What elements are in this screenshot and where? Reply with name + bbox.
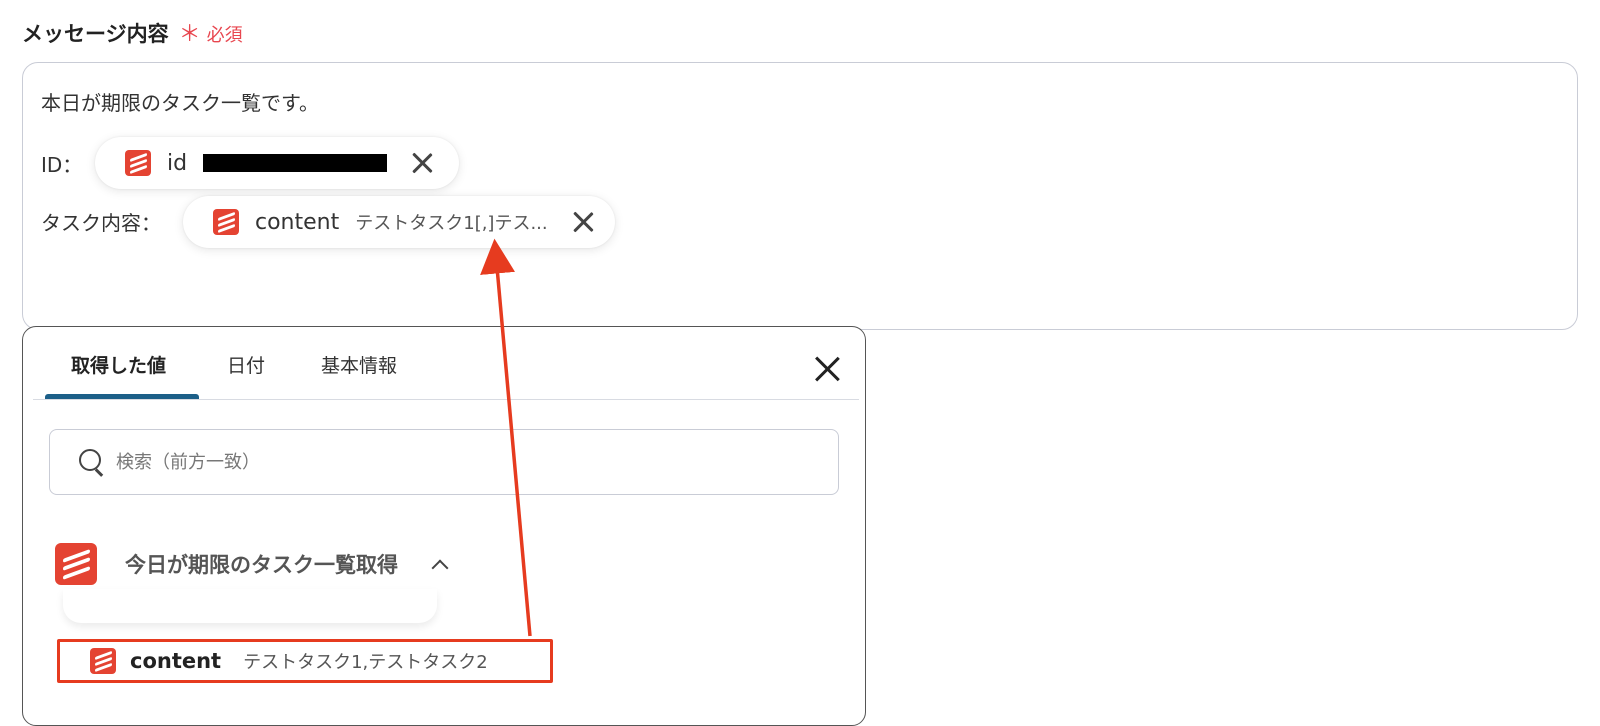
- tab-date[interactable]: 日付: [227, 351, 265, 378]
- todoist-icon: [213, 209, 239, 235]
- field-label: メッセージ内容 ＊ 必須: [22, 16, 243, 48]
- task-content-label: タスク内容：: [41, 211, 161, 235]
- list-item[interactable]: [63, 589, 437, 623]
- search-icon: [78, 448, 106, 476]
- close-icon[interactable]: [813, 355, 841, 383]
- todoist-icon: [125, 150, 151, 176]
- variable-chip-content[interactable]: content テストタスク1[,]テス...: [183, 196, 615, 248]
- field-label-text: メッセージ内容: [22, 22, 169, 46]
- variable-picker-panel: 取得した値 日付 基本情報 今日が期限のタスク一覧取得 content テストタ…: [22, 326, 866, 726]
- close-icon[interactable]: [570, 209, 596, 235]
- required-star: ＊: [178, 22, 201, 47]
- id-label: ID：: [41, 153, 83, 177]
- chip-name: id: [167, 150, 188, 176]
- variable-chip-id[interactable]: id: [95, 137, 459, 189]
- chip-value: テストタスク1[,]テス...: [355, 213, 548, 234]
- message-textarea[interactable]: 本日が期限のタスク一覧です。 ID： タスク内容： id content テスト…: [22, 62, 1578, 330]
- required-text: 必須: [206, 25, 243, 46]
- group-header[interactable]: 今日が期限のタスク一覧取得: [55, 543, 446, 585]
- tab-basic-info[interactable]: 基本情報: [321, 351, 397, 378]
- chevron-up-icon[interactable]: [432, 557, 446, 571]
- tab-retrieved-values[interactable]: 取得した値: [71, 351, 166, 378]
- group-title: 今日が期限のタスク一覧取得: [125, 553, 398, 577]
- search-field[interactable]: [49, 429, 839, 495]
- tab-divider: [33, 399, 859, 400]
- chip-name: content: [255, 209, 340, 235]
- close-icon[interactable]: [409, 150, 435, 176]
- list-item-content[interactable]: content テストタスク1,テストタスク2: [57, 639, 553, 683]
- tab-bar: 取得した値 日付 基本情報: [23, 327, 865, 401]
- item-name: content: [130, 649, 222, 673]
- todoist-icon: [55, 543, 97, 585]
- search-input[interactable]: [116, 451, 796, 473]
- item-value: テストタスク1,テストタスク2: [243, 652, 488, 673]
- redacted-value: [203, 154, 388, 172]
- message-line-1: 本日が期限のタスク一覧です。: [41, 91, 319, 115]
- todoist-icon: [90, 648, 116, 674]
